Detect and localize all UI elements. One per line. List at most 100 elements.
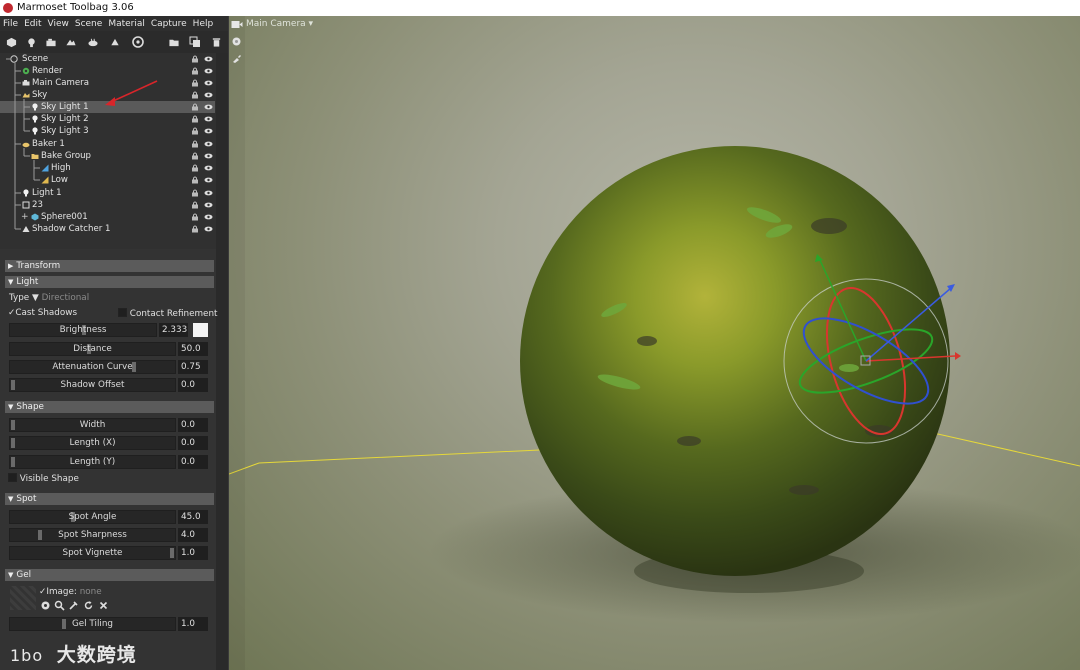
visible-shape-checkbox[interactable]: Visible Shape bbox=[8, 473, 79, 484]
add-bake-icon[interactable] bbox=[86, 35, 100, 49]
visibility-eye-icon[interactable] bbox=[204, 79, 213, 87]
slider-knob[interactable] bbox=[62, 619, 66, 629]
section-header-spot[interactable]: ▼ Spot bbox=[5, 493, 214, 505]
lock-icon[interactable] bbox=[191, 164, 199, 172]
dropdown-arrow-icon: ▼ bbox=[32, 293, 39, 303]
menu-view[interactable]: View bbox=[45, 19, 72, 29]
menu-edit[interactable]: Edit bbox=[21, 19, 44, 29]
length-y-slider[interactable]: Length (Y) bbox=[9, 455, 176, 469]
distance-slider[interactable]: Distance bbox=[9, 342, 176, 356]
length-x-slider[interactable]: Length (X) bbox=[9, 436, 176, 450]
menu-bar: File Edit View Scene Material Capture He… bbox=[0, 16, 228, 31]
visibility-eye-icon[interactable] bbox=[204, 67, 213, 75]
lock-icon[interactable] bbox=[191, 91, 199, 99]
menu-material[interactable]: Material bbox=[105, 19, 148, 29]
section-header-transform[interactable]: ▶ Transform bbox=[5, 260, 214, 272]
visibility-eye-icon[interactable] bbox=[204, 152, 213, 160]
width-slider[interactable]: Width bbox=[9, 418, 176, 432]
type-dropdown[interactable]: ▼ Directional bbox=[32, 293, 89, 303]
slider-knob[interactable] bbox=[11, 380, 15, 390]
spot-sharpness-slider[interactable]: Spot Sharpness bbox=[9, 528, 176, 542]
menu-scene[interactable]: Scene bbox=[72, 19, 105, 29]
trash-icon[interactable] bbox=[209, 35, 223, 49]
add-object-icon[interactable] bbox=[4, 35, 18, 49]
length-y-value[interactable]: 0.0 bbox=[178, 455, 208, 469]
camera-icon[interactable] bbox=[231, 20, 243, 29]
refresh-icon[interactable] bbox=[83, 600, 94, 611]
visibility-eye-icon[interactable] bbox=[204, 55, 213, 63]
search-icon[interactable] bbox=[54, 600, 65, 611]
visibility-eye-icon[interactable] bbox=[204, 103, 213, 111]
visibility-eye-icon[interactable] bbox=[204, 225, 213, 233]
spot-sharpness-value[interactable]: 4.0 bbox=[178, 528, 208, 542]
folder-icon[interactable] bbox=[167, 35, 181, 49]
shadow-offset-value[interactable]: 0.0 bbox=[178, 378, 208, 392]
visibility-eye-icon[interactable] bbox=[204, 115, 213, 123]
add-camera-icon[interactable] bbox=[44, 35, 58, 49]
menu-capture[interactable]: Capture bbox=[148, 19, 190, 29]
eyedropper-icon[interactable] bbox=[68, 600, 79, 611]
brightness-color-swatch[interactable] bbox=[193, 323, 208, 337]
spot-vignette-value[interactable]: 1.0 bbox=[178, 546, 208, 560]
visibility-eye-icon[interactable] bbox=[204, 91, 213, 99]
visibility-eye-icon[interactable] bbox=[204, 176, 213, 184]
camera-selector[interactable]: Main Camera ▾ bbox=[246, 19, 313, 29]
viewport-gear-icon[interactable] bbox=[231, 36, 242, 47]
shadow-offset-slider[interactable]: Shadow Offset bbox=[9, 378, 176, 392]
lock-icon[interactable] bbox=[191, 189, 199, 197]
contact-refinement-checkbox[interactable]: Contact Refinement bbox=[118, 308, 217, 319]
slider-knob[interactable] bbox=[11, 420, 15, 430]
lock-icon[interactable] bbox=[191, 152, 199, 160]
gel-tiling-value[interactable]: 1.0 bbox=[178, 617, 208, 631]
lock-icon[interactable] bbox=[191, 213, 199, 221]
lock-icon[interactable] bbox=[191, 55, 199, 63]
3d-viewport[interactable] bbox=[229, 16, 1080, 670]
slider-knob[interactable] bbox=[11, 457, 15, 467]
add-shadow-icon[interactable] bbox=[108, 35, 122, 49]
viewport-brush-icon[interactable] bbox=[231, 53, 242, 64]
attenuation-curve-value[interactable]: 0.75 bbox=[178, 360, 208, 374]
width-value[interactable]: 0.0 bbox=[178, 418, 208, 432]
add-light-icon[interactable] bbox=[24, 35, 38, 49]
gel-tiling-slider[interactable]: Gel Tiling bbox=[9, 617, 176, 631]
visibility-eye-icon[interactable] bbox=[204, 127, 213, 135]
gear-icon[interactable] bbox=[40, 600, 51, 611]
visibility-eye-icon[interactable] bbox=[204, 189, 213, 197]
lock-icon[interactable] bbox=[191, 127, 199, 135]
visibility-eye-icon[interactable] bbox=[204, 201, 213, 209]
slider-knob[interactable] bbox=[11, 438, 15, 448]
lock-icon[interactable] bbox=[191, 115, 199, 123]
section-header-light[interactable]: ▼ Light bbox=[5, 276, 214, 288]
attenuation-curve-slider[interactable]: Attenuation Curve bbox=[9, 360, 176, 374]
spot-vignette-slider[interactable]: Spot Vignette bbox=[9, 546, 176, 560]
lock-icon[interactable] bbox=[191, 67, 199, 75]
distance-value[interactable]: 50.0 bbox=[178, 342, 208, 356]
menu-file[interactable]: File bbox=[0, 19, 21, 29]
lock-icon[interactable] bbox=[191, 140, 199, 148]
add-turntable-icon[interactable] bbox=[131, 35, 145, 49]
panel-scrollbar[interactable] bbox=[216, 53, 228, 670]
cast-shadows-checkbox[interactable]: ✓Cast Shadows bbox=[8, 308, 77, 318]
lock-icon[interactable] bbox=[191, 225, 199, 233]
visibility-eye-icon[interactable] bbox=[204, 140, 213, 148]
slider-knob[interactable] bbox=[170, 548, 174, 558]
clear-x-icon[interactable] bbox=[98, 600, 109, 611]
gel-image-thumbnail[interactable] bbox=[10, 586, 36, 610]
slider-knob[interactable] bbox=[38, 530, 42, 540]
visibility-eye-icon[interactable] bbox=[204, 164, 213, 172]
lock-icon[interactable] bbox=[191, 201, 199, 209]
menu-help[interactable]: Help bbox=[190, 19, 217, 29]
spot-angle-value[interactable]: 45.0 bbox=[178, 510, 208, 524]
length-x-value[interactable]: 0.0 bbox=[178, 436, 208, 450]
lock-icon[interactable] bbox=[191, 79, 199, 87]
brightness-value[interactable]: 2.333 bbox=[159, 323, 188, 337]
lock-icon[interactable] bbox=[191, 103, 199, 111]
lock-icon[interactable] bbox=[191, 176, 199, 184]
visibility-eye-icon[interactable] bbox=[204, 213, 213, 221]
duplicate-icon[interactable] bbox=[188, 35, 202, 49]
section-header-gel[interactable]: ▼ Gel bbox=[5, 569, 214, 581]
section-header-shape[interactable]: ▼ Shape bbox=[5, 401, 214, 413]
spot-angle-slider[interactable]: Spot Angle bbox=[9, 510, 176, 524]
add-sky-icon[interactable] bbox=[64, 35, 78, 49]
brightness-slider[interactable]: Brightness bbox=[9, 323, 157, 337]
